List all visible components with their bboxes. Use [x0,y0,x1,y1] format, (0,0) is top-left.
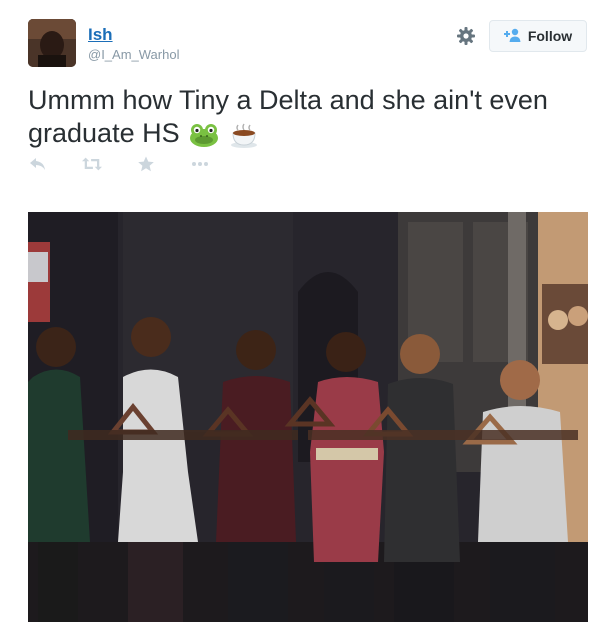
tweet-body: Ummm how Tiny a Delta and she ain't even… [28,85,548,148]
tweet-actions [28,152,244,176]
hot-beverage-emoji [229,122,259,148]
frog-face-emoji [189,122,219,148]
user-display-name[interactable]: Ish [88,25,113,45]
follow-label: Follow [527,28,573,44]
favorite-icon[interactable] [136,152,190,176]
tweet-text: Ummm how Tiny a Delta and she ain't even… [28,84,588,150]
reply-icon[interactable] [28,152,82,176]
follow-button[interactable]: Follow [489,20,587,52]
more-icon[interactable] [190,152,244,176]
add-user-icon [503,28,522,45]
user-avatar[interactable] [28,19,76,67]
retweet-icon[interactable] [82,152,136,176]
tweet-photo[interactable] [28,212,588,622]
gear-icon[interactable] [456,26,476,46]
user-handle[interactable]: @I_Am_Warhol [88,47,179,62]
